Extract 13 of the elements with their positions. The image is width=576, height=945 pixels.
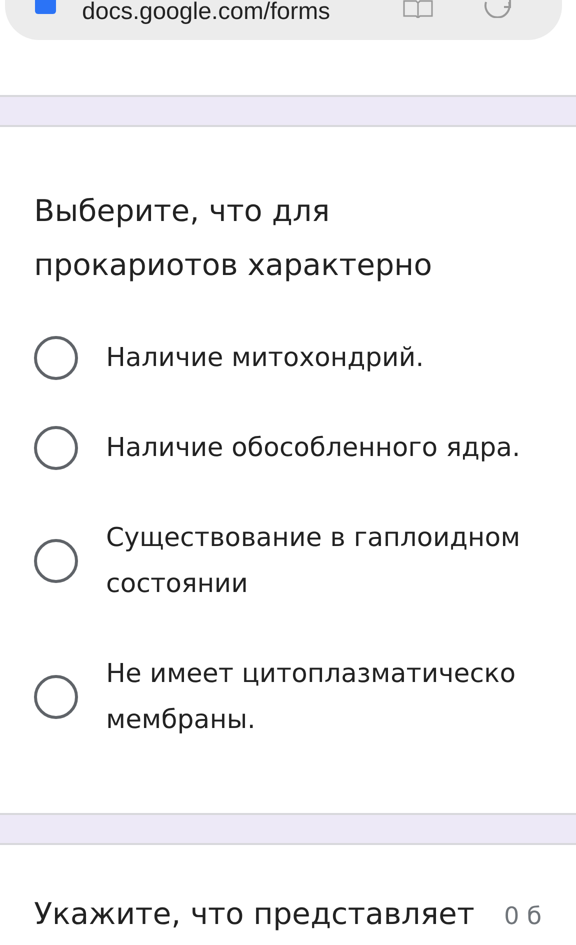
points-label: 0 б (504, 902, 542, 930)
option-label: Наличие обособленного ядра. (106, 432, 522, 465)
radio-button[interactable] (34, 539, 78, 583)
question-title: Укажите, что представляет (34, 897, 476, 933)
radio-button[interactable] (34, 336, 78, 380)
radio-button[interactable] (34, 426, 78, 470)
option-label: Не имеет цитоплазматическо мембраны. (106, 658, 517, 737)
site-icon (35, 0, 56, 14)
option-label: Наличие митохондрий. (106, 342, 425, 375)
radio-button[interactable] (34, 675, 78, 719)
url-text: docs.google.com/forms (82, 0, 332, 24)
question-title: Выберите, что для прокариотов характерно (34, 193, 434, 285)
option-label: Существование в гаплоидном состоянии (106, 522, 522, 601)
